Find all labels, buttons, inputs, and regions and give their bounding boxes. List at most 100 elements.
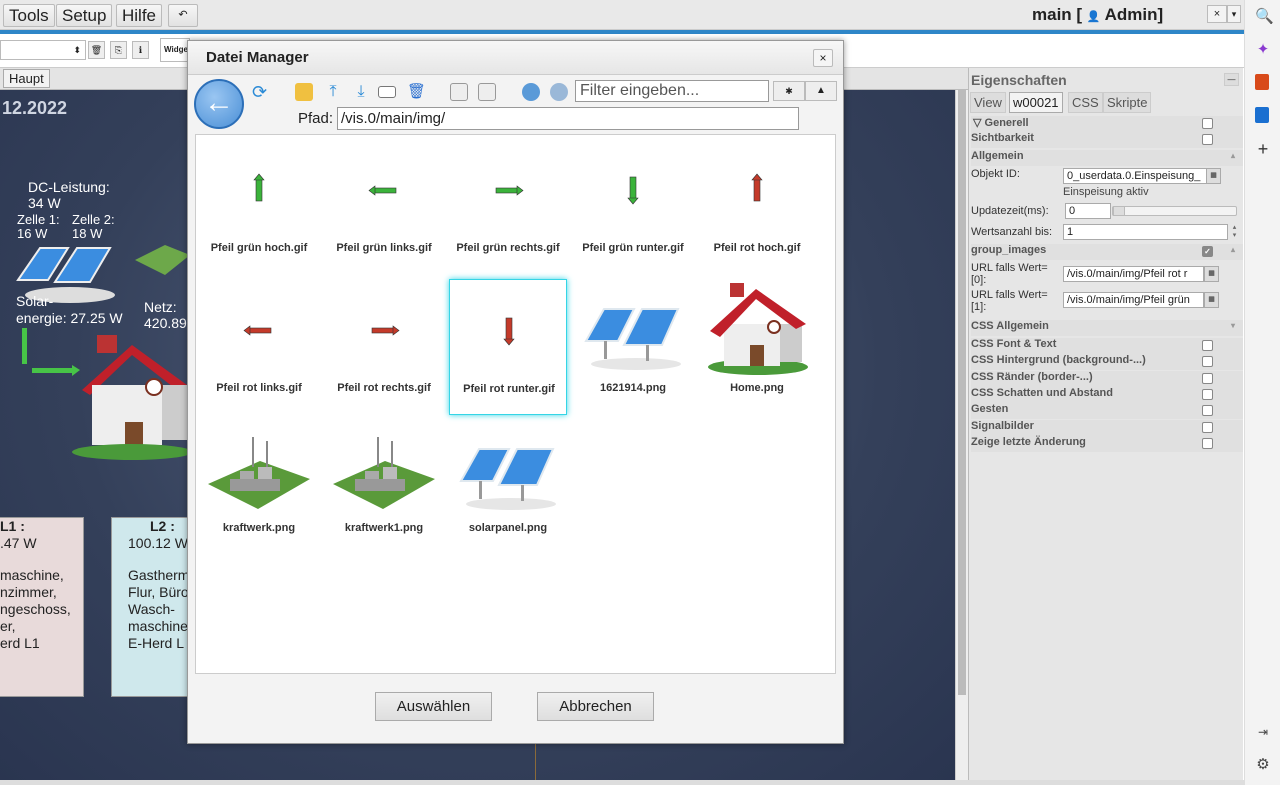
tab-haupt[interactable]: Haupt	[3, 69, 50, 88]
generell-checkbox[interactable]	[1202, 118, 1213, 129]
download-icon[interactable]: ⤓	[352, 83, 370, 101]
file-item[interactable]: Pfeil rot links.gif	[200, 279, 318, 415]
file-item[interactable]: Pfeil grün hoch.gif	[200, 139, 318, 275]
stop-icon[interactable]	[550, 83, 568, 101]
settings-icon[interactable]: ⚙	[1255, 757, 1271, 773]
grid-view-icon[interactable]	[478, 83, 496, 101]
chevron-up-icon[interactable]: ▴	[1231, 151, 1235, 160]
css-hintergrund-checkbox[interactable]	[1202, 356, 1213, 367]
chevron-up-icon[interactable]: ▴	[1231, 245, 1235, 254]
objekt-id-input[interactable]: 0_userdata.0.Einspeisung_	[1063, 168, 1208, 184]
sparkle-icon[interactable]: ✦	[1255, 42, 1271, 58]
project-name: main [ 👤 Admin]	[1032, 5, 1163, 25]
close-icon[interactable]: ×	[813, 49, 833, 67]
file-item[interactable]: Pfeil rot rechts.gif	[325, 279, 443, 415]
close-project-icon[interactable]: ×	[1207, 5, 1227, 23]
wertsanzahl-input[interactable]: 1	[1063, 224, 1228, 240]
netz-label: Netz:	[144, 299, 177, 315]
new-folder-icon[interactable]	[295, 83, 313, 101]
widget-select[interactable]: Widge	[160, 38, 190, 62]
minimize-icon[interactable]: —	[1224, 73, 1239, 86]
tab-widget[interactable]: w00021	[1009, 92, 1063, 113]
sidebar-toggle-icon[interactable]: ⇥	[1255, 724, 1271, 740]
upload-icon[interactable]: ⤒	[324, 83, 342, 101]
file-item[interactable]: Pfeil rot hoch.gif	[698, 139, 816, 275]
file-item[interactable]: kraftwerk1.png	[325, 419, 443, 555]
tab-css[interactable]: CSS	[1068, 92, 1103, 113]
css-schatten-checkbox[interactable]	[1202, 389, 1213, 400]
chevron-down-icon[interactable]: ▾	[1231, 321, 1235, 330]
search-icon[interactable]: 🔍	[1255, 9, 1274, 25]
refresh-icon[interactable]: ⟳	[252, 83, 270, 101]
cancel-button[interactable]: Abbrechen	[537, 692, 654, 721]
info-icon[interactable]: ℹ	[132, 41, 149, 59]
section-generell[interactable]: ▽ Generell	[971, 116, 1243, 132]
select-button[interactable]: Auswählen	[375, 692, 492, 721]
select-file-icon[interactable]: ▦	[1204, 292, 1219, 308]
section-css-raender[interactable]: CSS Ränder (border-...)	[971, 371, 1243, 387]
menu-hilfe[interactable]: Hilfe	[116, 4, 163, 27]
file-item[interactable]: 1621914.png	[574, 279, 692, 415]
file-item[interactable]: Pfeil grün runter.gif	[574, 139, 692, 275]
url0-input[interactable]: /vis.0/main/img/Pfeil rot r	[1063, 266, 1204, 282]
tab-skripte[interactable]: Skripte	[1103, 92, 1152, 113]
menu-setup[interactable]: Setup	[56, 4, 113, 27]
section-gesten[interactable]: Gesten	[971, 403, 1243, 419]
css-raender-checkbox[interactable]	[1202, 373, 1213, 384]
letzte-aenderung-checkbox[interactable]	[1202, 438, 1213, 449]
file-item[interactable]: Home.png	[698, 279, 816, 415]
file-item[interactable]: kraftwerk.png	[200, 419, 318, 555]
url1-input[interactable]: /vis.0/main/img/Pfeil grün	[1063, 292, 1204, 308]
rename-icon[interactable]	[378, 86, 396, 98]
section-signalbilder[interactable]: Signalbilder	[971, 420, 1243, 436]
outlook-icon[interactable]	[1255, 107, 1269, 123]
letzte-aenderung-label: Zeige letzte Änderung	[971, 436, 1086, 448]
undo-icon[interactable]: ↶	[168, 4, 198, 27]
delete-view-icon[interactable]: 🗑	[88, 41, 105, 59]
select-id-icon[interactable]: ▦	[1206, 168, 1221, 184]
section-css-font[interactable]: CSS Font & Text	[971, 338, 1243, 354]
css-font-checkbox[interactable]	[1202, 340, 1213, 351]
url1-index: [1]:	[971, 301, 987, 313]
section-allgemein[interactable]: Allgemein ▴	[971, 150, 1243, 166]
file-item[interactable]: Pfeil rot runter.gif	[449, 279, 567, 415]
back-arrow-icon[interactable]: ←	[194, 79, 244, 129]
scrollbar-thumb[interactable]	[958, 90, 966, 695]
play-icon[interactable]	[522, 83, 540, 101]
signalbilder-checkbox[interactable]	[1202, 422, 1213, 433]
section-css-hintergrund[interactable]: CSS Hintergrund (background-...)	[971, 354, 1243, 370]
filter-icon: ▽	[973, 117, 982, 129]
slider-handle[interactable]	[1113, 206, 1125, 216]
view-select[interactable]: ⬍	[0, 40, 86, 60]
sort-icon[interactable]: ▲	[805, 81, 837, 101]
group-images-checkbox[interactable]: ✓	[1202, 246, 1213, 257]
copy-view-icon[interactable]: ⎘	[110, 41, 127, 59]
path-input[interactable]: /vis.0/main/img/	[337, 107, 799, 130]
section-group-images[interactable]: group_images ✓ ▴	[971, 244, 1243, 260]
tab-view[interactable]: View	[970, 92, 1006, 113]
card-l1-item: nzimmer,	[0, 584, 57, 600]
select-file-icon[interactable]: ▦	[1204, 266, 1219, 282]
trash-icon[interactable]: 🗑	[407, 83, 426, 101]
chevron-down-icon[interactable]: ▾	[1227, 5, 1241, 23]
menu-tools[interactable]: Tools	[3, 4, 55, 27]
canvas-scrollbar[interactable]	[955, 90, 968, 780]
section-sichtbarkeit[interactable]: Sichtbarkeit	[971, 132, 1243, 148]
file-item[interactable]: solarpanel.png	[449, 419, 567, 555]
clear-filter-icon[interactable]: ✱	[773, 81, 805, 101]
file-item[interactable]: Pfeil grün rechts.gif	[449, 139, 567, 275]
updatezeit-slider[interactable]	[1112, 206, 1237, 216]
section-letzte-aenderung[interactable]: Zeige letzte Änderung	[971, 436, 1243, 452]
list-view-icon[interactable]	[450, 83, 468, 101]
section-css-schatten[interactable]: CSS Schatten und Abstand	[971, 387, 1243, 403]
file-item[interactable]: Pfeil grün links.gif	[325, 139, 443, 275]
section-css-allgemein[interactable]: CSS Allgemein ▾	[971, 320, 1243, 336]
add-icon[interactable]: +	[1255, 140, 1271, 158]
filter-input[interactable]: Filter eingeben...	[575, 80, 769, 102]
gesten-checkbox[interactable]	[1202, 405, 1213, 416]
updatezeit-input[interactable]: 0	[1065, 203, 1111, 219]
sichtbarkeit-checkbox[interactable]	[1202, 134, 1213, 145]
stepper-icon[interactable]: ▴ ▾	[1229, 224, 1240, 240]
generell-label: Generell	[984, 117, 1029, 129]
office-icon[interactable]	[1255, 74, 1269, 90]
